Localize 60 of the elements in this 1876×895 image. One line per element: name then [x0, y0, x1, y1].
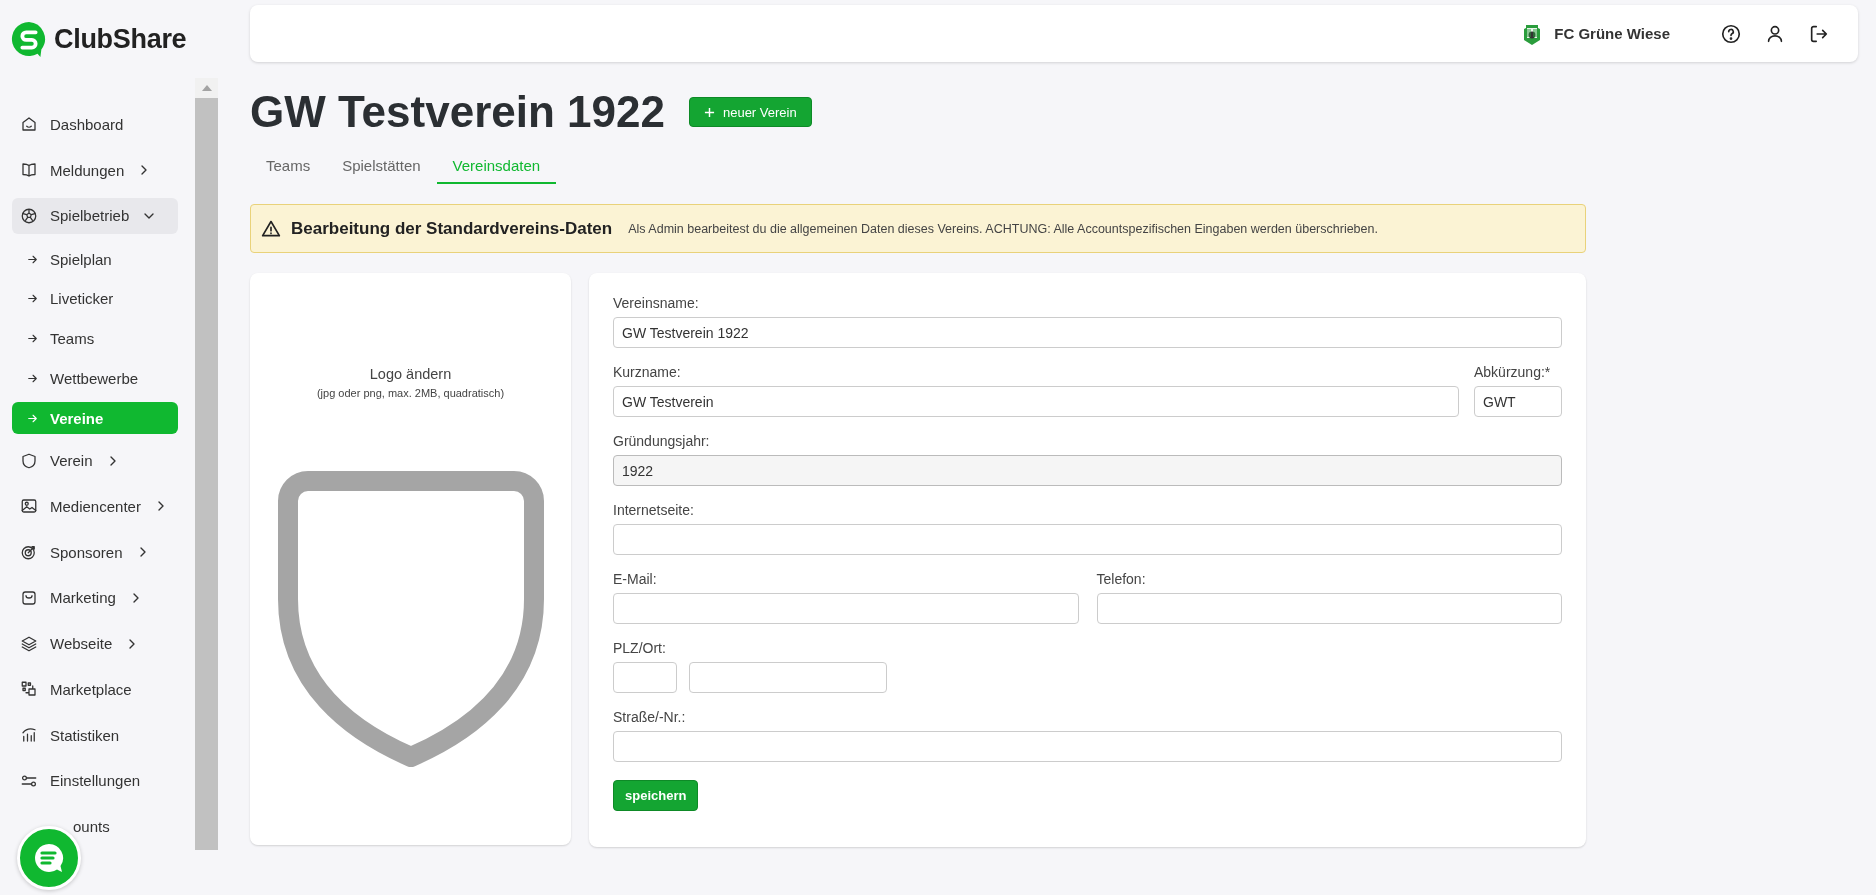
input-field[interactable] [613, 731, 1562, 762]
nav-subitem[interactable]: Teams [12, 322, 178, 355]
house-icon [20, 115, 38, 134]
shield-icon [275, 469, 546, 769]
ball-icon [20, 206, 38, 225]
nav-item[interactable]: Statistiken [12, 716, 178, 754]
field-label: Vereinsname: [613, 295, 700, 311]
shield-icon [20, 451, 38, 470]
field-label: Telefon: [1096, 571, 1147, 587]
field-label: Kurzname: [613, 364, 682, 380]
field-label: Gründungsjahr: [613, 433, 711, 449]
input-field[interactable] [689, 662, 887, 693]
tab[interactable]: Teams [250, 149, 327, 184]
nav-item[interactable]: Mediencenter [12, 487, 178, 525]
field-label: Abkürzung:* [1474, 364, 1552, 380]
field-label: E-Mail: [613, 571, 658, 587]
nav-item[interactable]: Sponsoren [12, 533, 178, 571]
arrow-icon [26, 372, 39, 385]
plus-icon [703, 106, 715, 118]
nav-item[interactable]: Meldungen [12, 151, 178, 189]
tab[interactable]: Spielstätten [326, 149, 437, 184]
logo-hint: (jpg oder png, max. 2MB, quadratisch) [316, 387, 505, 399]
nav-item[interactable]: Einstellungen [12, 762, 178, 800]
input-field[interactable] [1096, 593, 1562, 624]
field-label: Straße/-Nr.: [613, 709, 687, 725]
input-field[interactable] [613, 524, 1562, 555]
nav-subitem[interactable]: Liveticker [12, 283, 178, 315]
warning-icon [261, 218, 281, 239]
nav-subitem[interactable]: Wettbewerbe [12, 362, 178, 395]
image-icon [20, 497, 38, 516]
nav-subitem[interactable]: Spielplan [12, 243, 178, 276]
bag-icon [20, 588, 38, 607]
target-icon [20, 543, 38, 562]
banner-title: Bearbeitung der Standardvereins-Daten [291, 218, 613, 239]
nav-item[interactable]: Spielbetrieb [12, 197, 178, 235]
blocks-icon [20, 680, 38, 699]
input-field[interactable]: GW Testverein [613, 386, 1459, 417]
input-field[interactable]: GW Testverein 1922 [613, 317, 1562, 348]
nav-item[interactable]: ounts [12, 808, 178, 845]
layers-icon [20, 634, 38, 653]
page-title: GW Testverein 1922 [250, 86, 665, 138]
nav-item[interactable]: Dashboard [12, 106, 178, 143]
nav-item[interactable]: Marketplace [12, 670, 178, 708]
scroll-up-icon[interactable] [202, 85, 212, 91]
club-name[interactable]: FC Grüne Wiese [1554, 25, 1670, 42]
logo-icon [10, 20, 48, 58]
input-field[interactable] [613, 593, 1079, 624]
input-field[interactable]: GWT [1474, 386, 1562, 417]
nav-item[interactable]: Marketing [12, 579, 178, 617]
chart-icon [20, 726, 38, 745]
scrollbar[interactable] [195, 78, 218, 850]
banner-text: Als Admin bearbeitest du die allgemeinen Daten dieses Vereins. ACHTUNG: Alle Accountspezifischen Eingaben werden überschrieben. [628, 221, 1378, 236]
input-field[interactable] [613, 662, 677, 693]
nav-item[interactable]: Webseite [12, 625, 178, 662]
logo-upload-label[interactable]: Logo ändern [369, 366, 452, 382]
field-label: Internetseite: [613, 502, 695, 518]
help-icon[interactable] [1720, 22, 1742, 45]
nav-item[interactable]: Verein [12, 442, 178, 479]
field-label: PLZ/Ort: [613, 640, 667, 656]
brand-name: ClubShare [54, 23, 187, 55]
